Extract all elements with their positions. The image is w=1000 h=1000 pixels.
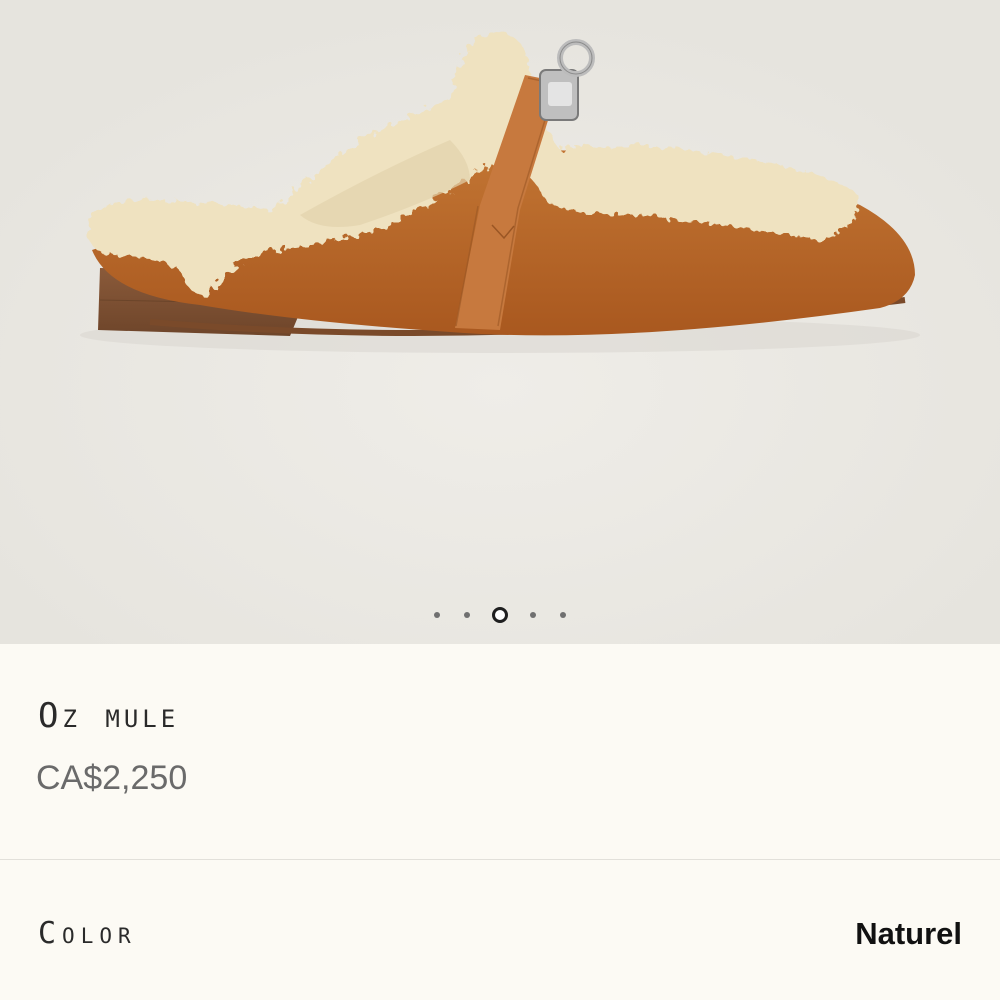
product-image-oz-mule xyxy=(0,0,1000,644)
product-image-gallery[interactable] xyxy=(0,0,1000,644)
gallery-dot-2[interactable] xyxy=(464,612,470,618)
product-price: CA$2,250 xyxy=(36,759,188,797)
gallery-dot-3-active[interactable] xyxy=(492,607,508,623)
gallery-dot-1[interactable] xyxy=(434,612,440,618)
product-page: Oz mule CA$2,250 Color Naturel xyxy=(0,0,1000,1000)
color-selector-row[interactable]: Color Naturel xyxy=(0,860,1000,1000)
product-title: Oz mule xyxy=(38,696,180,736)
selected-color-value: Naturel xyxy=(855,916,962,951)
gallery-pagination xyxy=(0,606,1000,624)
gallery-dot-4[interactable] xyxy=(530,612,536,618)
color-label: Color xyxy=(38,916,137,951)
gallery-dot-5[interactable] xyxy=(560,612,566,618)
product-info-panel: Oz mule CA$2,250 Color Naturel xyxy=(0,644,1000,1000)
